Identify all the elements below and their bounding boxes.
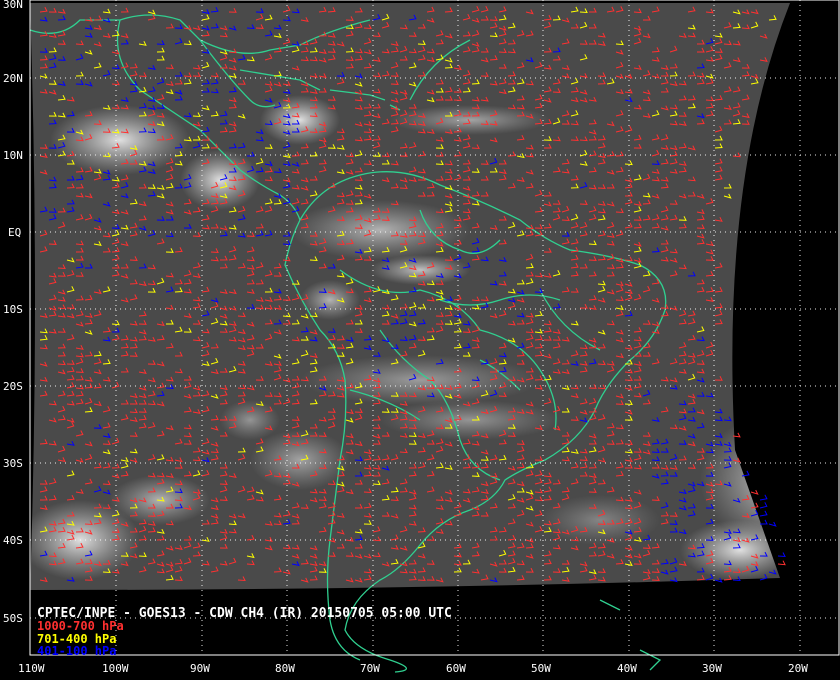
wind-barb <box>759 494 768 501</box>
pressure-legend: 1000-700 hPa 701-400 hPa 401-100 hPa <box>37 619 124 658</box>
lon-label: 60W <box>446 662 466 675</box>
lon-label: 110W <box>18 662 45 675</box>
satellite-wind-map: 30N 20N 10N EQ 10S 20S 30S 40S 50S 110W … <box>0 0 840 680</box>
lat-label: 50S <box>3 612 23 625</box>
lon-label: 90W <box>190 662 210 675</box>
lat-label: EQ <box>8 226 21 239</box>
lat-label: 40S <box>3 534 23 547</box>
wind-barb <box>759 519 768 525</box>
lon-label: 80W <box>275 662 295 675</box>
lat-label: 30N <box>3 0 23 11</box>
lat-label: 20S <box>3 380 23 393</box>
wind-barb <box>759 510 768 517</box>
lon-label: 50W <box>531 662 551 675</box>
lat-label: 10N <box>3 149 23 162</box>
legend-low-level: 1000-700 hPa <box>37 619 124 633</box>
lon-label: 40W <box>617 662 637 675</box>
map-canvas: 30N 20N 10N EQ 10S 20S 30S 40S 50S 110W … <box>3 0 840 675</box>
lon-label: 30W <box>702 662 722 675</box>
wind-barb <box>750 489 759 495</box>
lon-label: 20W <box>788 662 808 675</box>
wind-barb <box>759 502 768 509</box>
wind-barb <box>777 552 786 558</box>
legend-high-level: 401-100 hPa <box>37 644 116 658</box>
latitude-labels: 30N 20N 10N EQ 10S 20S 30S 40S 50S <box>3 0 23 625</box>
lat-label: 10S <box>3 303 23 316</box>
longitude-labels: 110W 100W 90W 80W 70W 60W 50W 40W 30W 20… <box>18 662 808 675</box>
wind-barb <box>777 560 786 566</box>
lat-label: 30S <box>3 457 23 470</box>
lon-label: 70W <box>360 662 380 675</box>
lat-label: 20N <box>3 72 23 85</box>
lon-label: 100W <box>102 662 129 675</box>
wind-barb <box>768 521 777 527</box>
